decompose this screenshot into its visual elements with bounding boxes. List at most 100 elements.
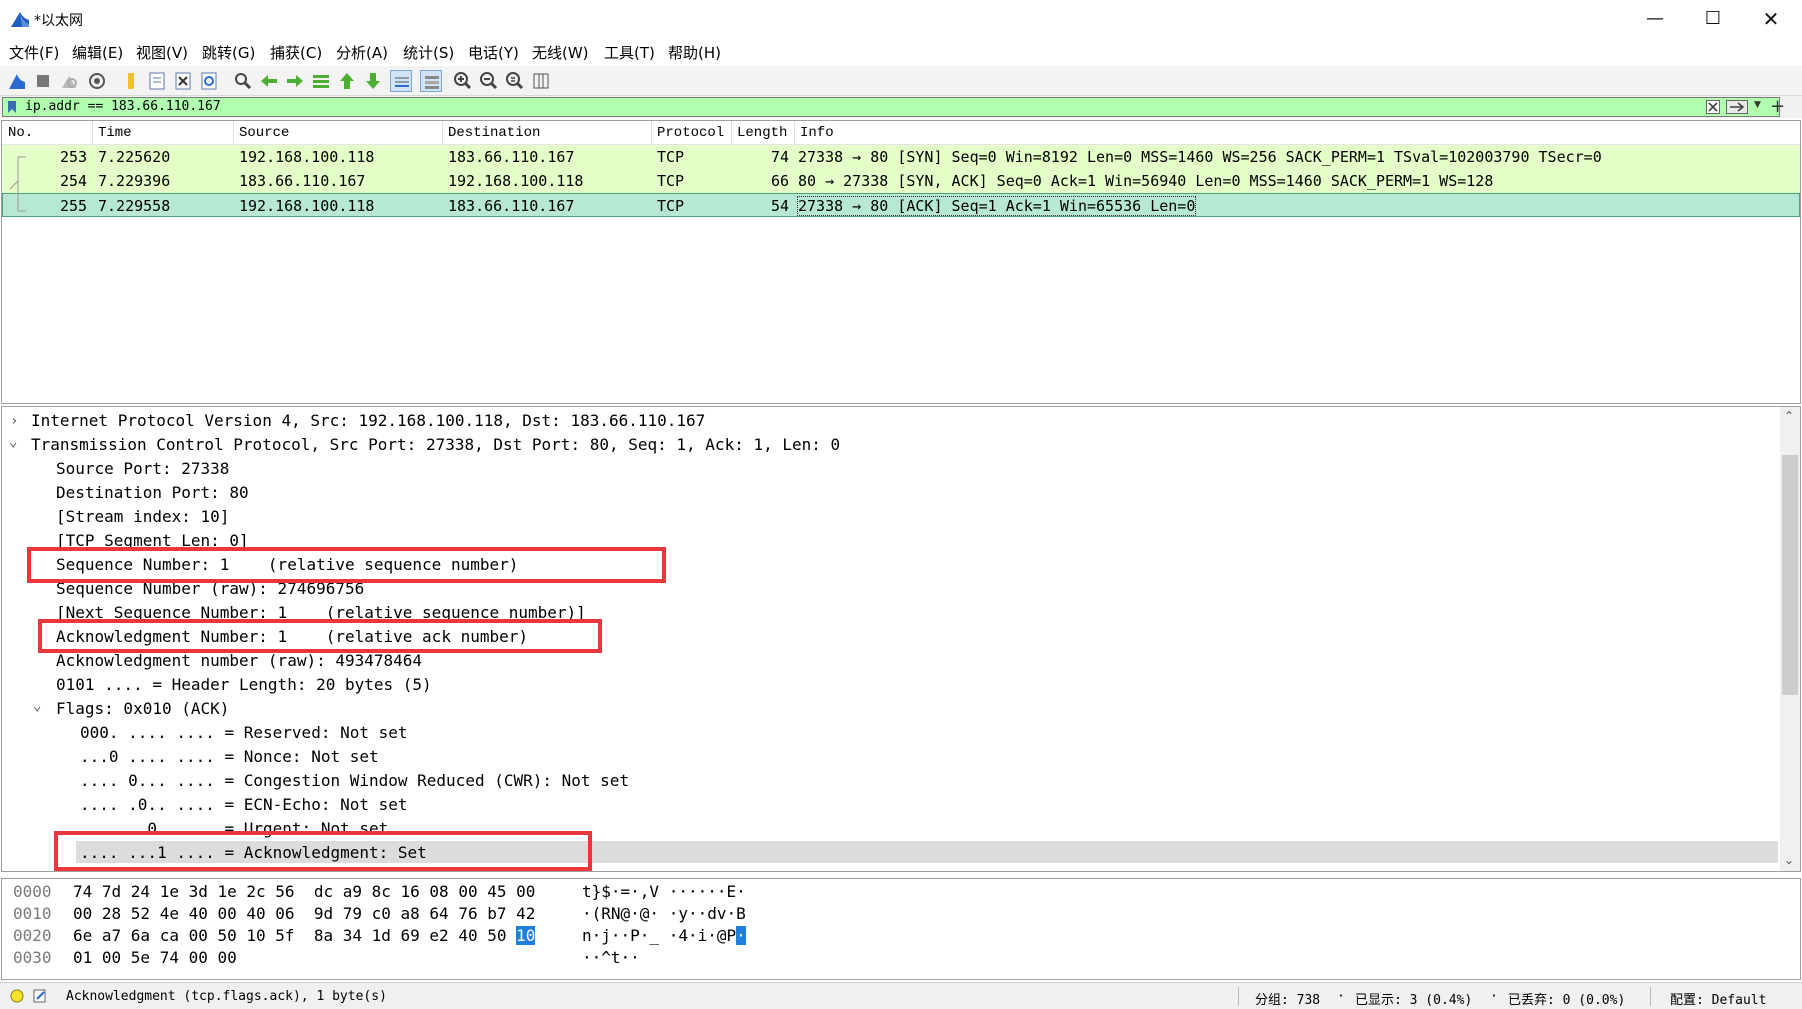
hex-bytes[interactable]: 01 00 5e 74 00 00	[73, 948, 237, 967]
expand-arrow-icon[interactable]: ›	[10, 413, 18, 429]
menu-wireless[interactable]: 无线(W)	[532, 42, 589, 63]
add-filter-button[interactable]: +	[1770, 96, 1785, 117]
cell-dst: 183.66.110.167	[448, 148, 575, 166]
expert-info-icon[interactable]	[10, 989, 24, 1003]
menu-edit[interactable]: 编辑(E)	[72, 42, 123, 63]
save-file-icon[interactable]	[146, 70, 168, 92]
hex-ascii[interactable]: n·j··P·_ ·4·i·@P·	[582, 926, 746, 945]
tree-tcp[interactable]: Transmission Control Protocol, Src Port:…	[31, 435, 840, 454]
go-to-packet-icon[interactable]	[310, 70, 332, 92]
hex-ascii[interactable]: t}$·=·,V ······E·	[582, 882, 746, 901]
annotation-box	[27, 547, 666, 583]
display-filter-input[interactable]: ip.addr == 183.66.110.167	[2, 97, 1780, 117]
zoom-in-icon[interactable]	[452, 70, 474, 92]
start-capture-icon[interactable]	[6, 70, 28, 92]
clear-filter-icon[interactable]	[1706, 100, 1720, 114]
hex-bytes[interactable]: 00 28 52 4e 40 00 40 06 9d 79 c0 a8 64 7…	[73, 904, 535, 923]
packet-row[interactable]: 253 7.225620 192.168.100.118 183.66.110.…	[2, 145, 1800, 169]
status-packets: 分组: 738	[1255, 993, 1321, 1008]
zoom-normal-icon[interactable]	[504, 70, 526, 92]
menu-statistics[interactable]: 统计(S)	[403, 42, 454, 63]
cell-proto: TCP	[657, 148, 685, 166]
tree-src-port[interactable]: Source Port: 27338	[56, 459, 229, 478]
go-back-icon[interactable]	[258, 70, 280, 92]
filter-history-dropdown-icon[interactable]: ▼	[1754, 100, 1766, 114]
collapse-arrow-icon[interactable]: ⌄	[9, 434, 17, 450]
tree-flag-ece[interactable]: .... .0.. .... = ECN-Echo: Not set	[80, 795, 408, 814]
cell-dst: 192.168.100.118	[448, 172, 584, 190]
cell-proto: TCP	[657, 197, 685, 215]
scroll-thumb[interactable]	[1782, 455, 1798, 695]
capture-options-icon[interactable]	[86, 70, 108, 92]
tree-header-len[interactable]: 0101 .... = Header Length: 20 bytes (5)	[56, 675, 432, 694]
collapse-arrow-icon[interactable]: ⌄	[33, 698, 41, 714]
annotation-box	[38, 619, 602, 653]
autoscroll-icon[interactable]	[390, 70, 412, 92]
column-header-length[interactable]: Length	[737, 125, 787, 141]
packet-details-pane: › Internet Protocol Version 4, Src: 192.…	[1, 406, 1801, 872]
colorize-icon[interactable]	[420, 70, 442, 92]
minimize-button[interactable]: —	[1626, 0, 1684, 38]
scroll-up-icon[interactable]: ⌃	[1784, 409, 1794, 423]
cell-dst: 183.66.110.167	[448, 197, 575, 215]
close-file-icon[interactable]	[172, 70, 194, 92]
hex-ascii[interactable]: ·(RN@·@· ·y··dv·B	[582, 904, 746, 923]
conversation-bracket-icon	[9, 156, 26, 212]
scroll-down-icon[interactable]: ⌄	[1784, 853, 1794, 867]
ascii-char-selected[interactable]: ·	[736, 926, 746, 945]
tree-stream-index[interactable]: [Stream index: 10]	[56, 507, 229, 526]
packet-list-pane: No. Time Source Destination Protocol Len…	[1, 120, 1801, 404]
tree-flags[interactable]: Flags: 0x010 (ACK)	[56, 699, 229, 718]
go-forward-icon[interactable]	[284, 70, 306, 92]
packet-row-selected[interactable]: 255 7.229558 192.168.100.118 183.66.110.…	[2, 193, 1800, 217]
go-last-packet-icon[interactable]	[362, 70, 384, 92]
status-profile[interactable]: 配置: Default	[1670, 989, 1766, 1008]
hex-ascii[interactable]: ··^t··	[582, 948, 640, 967]
hex-bytes[interactable]: 74 7d 24 1e 3d 1e 2c 56 dc a9 8c 16 08 0…	[73, 882, 535, 901]
column-header-destination[interactable]: Destination	[448, 125, 540, 141]
column-header-no[interactable]: No.	[8, 125, 33, 141]
close-button[interactable]: ✕	[1742, 0, 1800, 38]
find-packet-icon[interactable]	[232, 70, 254, 92]
hex-offset: 0010	[13, 904, 52, 923]
hex-byte-selected[interactable]: 10	[516, 926, 536, 945]
menu-capture[interactable]: 捕获(C)	[270, 42, 322, 63]
menu-view[interactable]: 视图(V)	[136, 42, 188, 63]
filter-bookmark-icon[interactable]	[7, 100, 17, 114]
menu-tools[interactable]: 工具(T)	[604, 42, 655, 63]
details-scrollbar[interactable]: ⌃ ⌄	[1780, 407, 1800, 871]
cell-len: 66	[771, 172, 790, 190]
menu-analyze[interactable]: 分析(A)	[336, 42, 388, 63]
menu-telephony[interactable]: 电话(Y)	[468, 42, 519, 63]
tree-ack-raw[interactable]: Acknowledgment number (raw): 493478464	[56, 651, 422, 670]
open-file-icon[interactable]	[120, 70, 142, 92]
packet-row[interactable]: 254 7.229396 183.66.110.167 192.168.100.…	[2, 169, 1800, 193]
apply-filter-icon[interactable]	[1726, 100, 1748, 114]
tree-flag-reserved[interactable]: 000. .... .... = Reserved: Not set	[80, 723, 408, 742]
cell-info: 27338 → 80 [SYN] Seq=0 Win=8192 Len=0 MS…	[798, 148, 1602, 166]
column-header-info[interactable]: Info	[800, 125, 834, 141]
go-first-packet-icon[interactable]	[336, 70, 358, 92]
menu-help[interactable]: 帮助(H)	[668, 42, 721, 63]
display-filter-bar: ip.addr == 183.66.110.167 ▼ +	[0, 96, 1802, 118]
tree-flag-cwr[interactable]: .... 0... .... = Congestion Window Reduc…	[80, 771, 629, 790]
zoom-out-icon[interactable]	[478, 70, 500, 92]
resize-columns-icon[interactable]	[530, 70, 552, 92]
capture-comment-icon[interactable]	[32, 988, 48, 1004]
annotation-box	[54, 831, 592, 871]
column-header-time[interactable]: Time	[98, 125, 132, 141]
packet-bytes-pane: 0000 74 7d 24 1e 3d 1e 2c 56 dc a9 8c 16…	[1, 878, 1801, 980]
hex-bytes[interactable]: 6e a7 6a ca 00 50 10 5f 8a 34 1d 69 e2 4…	[73, 926, 536, 945]
reload-file-icon[interactable]	[198, 70, 220, 92]
menu-file[interactable]: 文件(F)	[9, 42, 59, 63]
restart-capture-icon[interactable]	[58, 70, 80, 92]
column-header-protocol[interactable]: Protocol	[657, 125, 724, 141]
maximize-button[interactable]: ☐	[1684, 0, 1742, 38]
column-header-source[interactable]: Source	[239, 125, 289, 141]
cell-proto: TCP	[657, 172, 685, 190]
tree-dst-port[interactable]: Destination Port: 80	[56, 483, 249, 502]
tree-flag-nonce[interactable]: ...0 .... .... = Nonce: Not set	[80, 747, 379, 766]
tree-ipv4[interactable]: Internet Protocol Version 4, Src: 192.16…	[31, 411, 705, 430]
stop-capture-icon[interactable]	[32, 70, 54, 92]
menu-go[interactable]: 跳转(G)	[202, 42, 255, 63]
